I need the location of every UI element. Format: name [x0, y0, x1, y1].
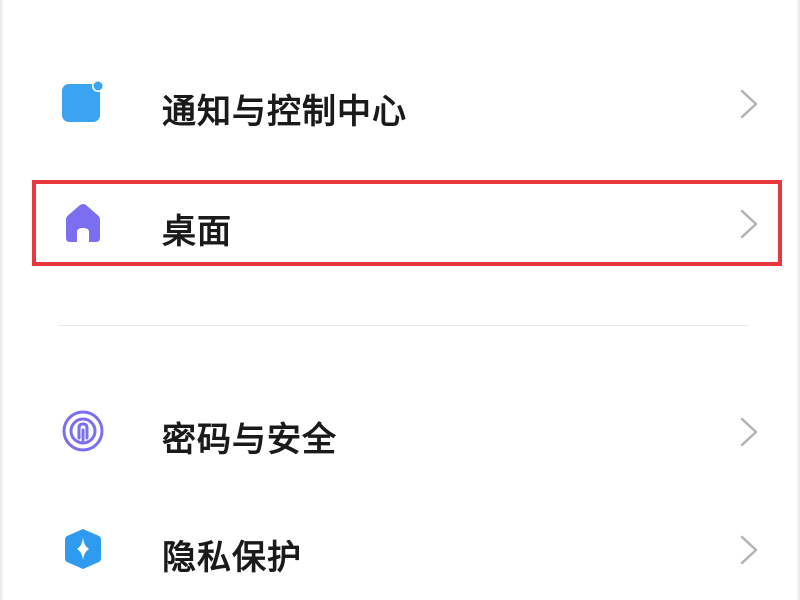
settings-item-password-security[interactable]: 密码与安全 — [0, 382, 800, 482]
home-icon — [66, 204, 100, 242]
settings-item-notifications[interactable]: 通知与控制中心 — [0, 54, 800, 154]
settings-item-privacy[interactable]: 隐私保护 — [0, 500, 800, 600]
green-settings-icon — [60, 0, 106, 2]
section-divider — [58, 325, 748, 326]
settings-screen: 通知与控制中心 桌面 密码与安全 隐私保护 — [0, 0, 800, 600]
chevron-right-icon — [740, 535, 758, 565]
settings-item-label: 密码与安全 — [162, 420, 337, 460]
chevron-right-icon — [740, 417, 758, 447]
settings-item-label: 隐私保护 — [162, 538, 302, 578]
settings-item-label: 桌面 — [162, 212, 232, 252]
fingerprint-icon — [62, 410, 104, 452]
settings-item-desktop[interactable]: 桌面 — [0, 172, 800, 272]
notification-icon — [62, 80, 104, 122]
settings-item-label: 通知与控制中心 — [162, 92, 407, 132]
settings-row-partial[interactable] — [0, 0, 800, 10]
chevron-right-icon — [740, 89, 758, 119]
chevron-right-icon — [740, 209, 758, 239]
privacy-shield-icon — [65, 529, 101, 569]
